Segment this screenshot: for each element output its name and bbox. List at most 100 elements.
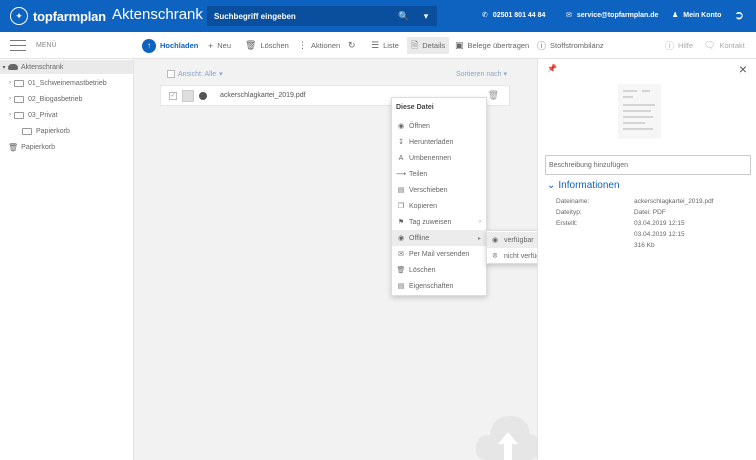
menu-item-share[interactable]: ⟶ Teilen: [392, 166, 486, 182]
menu-item-download[interactable]: ↧ Herunterladen: [392, 134, 486, 150]
brand-logo[interactable]: ✦ topfarmplan: [10, 6, 106, 26]
offline-icon: ◉: [397, 235, 405, 242]
info-row-created: Erstellt: 03.04.2019 12:15: [556, 220, 685, 227]
file-thumbnail: [182, 89, 194, 102]
tree-root[interactable]: ▾ Aktenschrank: [0, 60, 133, 74]
menu-item-mail[interactable]: ✉ Per Mail versenden: [392, 246, 486, 262]
menu-item-offline[interactable]: ◉ Offline ▸: [392, 230, 486, 246]
pin-icon[interactable]: 📌: [547, 64, 557, 73]
hamburger-icon: [10, 40, 26, 51]
menu-item-copy[interactable]: ❐ Kopieren: [392, 198, 486, 214]
cloud-icon: [8, 64, 18, 70]
details-panel: 📌 × Beschreibung hinzufügen ⌄ Informatio…: [537, 59, 756, 460]
tree-item-schweinemastbetrieb[interactable]: › 01_Schweinemastbetrieb: [6, 76, 107, 90]
list-label: Liste: [383, 41, 399, 50]
menu-item-label: Verschieben: [409, 186, 448, 194]
caret-right-icon[interactable]: ›: [6, 96, 14, 102]
tree-item-privat[interactable]: › 03_Privat: [6, 108, 58, 122]
upload-label: Hochladen: [160, 41, 199, 50]
menu-item-label: Per Mail versenden: [409, 250, 470, 258]
new-button[interactable]: + Neu: [208, 39, 231, 52]
trash-icon: 🗑: [245, 40, 257, 50]
tree-item-label: 01_Schweinemastbetrieb: [28, 79, 107, 87]
refresh-button[interactable]: ↻: [348, 39, 356, 52]
share-icon: ⟶: [396, 171, 407, 178]
delete-label: Löschen: [260, 41, 289, 50]
trash-icon: 🗑: [396, 267, 406, 274]
delete-button[interactable]: 🗑 Löschen: [245, 39, 289, 52]
help-button[interactable]: ⓘ Hilfe: [665, 39, 693, 52]
list-view-button[interactable]: ☰ Liste: [371, 39, 399, 52]
trash-icon[interactable]: 🗑: [488, 90, 499, 101]
upload-button[interactable]: ↑ Hochladen: [142, 38, 199, 53]
tree-item-label: Papierkorb: [36, 127, 70, 135]
tree-item-papierkorb[interactable]: 🗑 Papierkorb: [8, 140, 55, 154]
file-checkbox[interactable]: ✓: [169, 91, 177, 100]
caret-right-icon[interactable]: ›: [6, 112, 14, 118]
phone-link[interactable]: ✆ 02501 801 44 84: [482, 11, 546, 20]
menu-item-delete[interactable]: 🗑 Löschen: [392, 262, 486, 278]
list-icon: ☰: [371, 40, 380, 50]
file-preview[interactable]: [618, 84, 661, 139]
menu-item-open[interactable]: ◉ Öffnen: [392, 118, 486, 134]
menu-item-properties[interactable]: ▤ Eigenschaften: [392, 278, 486, 294]
phone-number: 02501 801 44 84: [492, 11, 546, 19]
properties-icon: ▤: [397, 283, 405, 290]
actions-button[interactable]: ⋮ Aktionen: [298, 39, 340, 52]
sort-label: Sortieren nach: [456, 71, 502, 78]
menu-item-rename[interactable]: A Umbenennen: [392, 150, 486, 166]
select-all-checkbox[interactable]: [167, 70, 175, 78]
info-title: Informationen: [558, 180, 620, 191]
account-link[interactable]: ♟ Mein Konto: [672, 11, 721, 20]
phone-icon: ✆: [482, 12, 488, 19]
chat-icon: 🗨: [704, 40, 716, 50]
chevron-right-icon: ›: [479, 219, 481, 225]
tree-item-biogasbetrieb[interactable]: › 02_Biogasbetrieb: [6, 92, 83, 106]
close-icon[interactable]: ×: [739, 61, 747, 77]
menu-item-tag[interactable]: ⚑ Tag zuweisen ›: [392, 214, 486, 230]
sort-dropdown[interactable]: Sortieren nach ▾: [456, 70, 507, 78]
info-section-toggle[interactable]: ⌄ Informationen: [547, 180, 620, 191]
stoffstrom-button[interactable]: ⓘ Stoffstrombilanz: [537, 39, 604, 52]
mail-icon: ✉: [566, 12, 572, 19]
tree-trash-label: Papierkorb: [21, 143, 56, 151]
search-icon[interactable]: 🔍: [393, 6, 415, 26]
caret-down-icon[interactable]: ▾: [0, 64, 8, 71]
file-name[interactable]: ackerschlagkartei_2019.pdf: [220, 92, 306, 99]
info-row-modified: 03.04.2019 12:15: [634, 231, 685, 238]
offline-available-icon: ◉: [491, 237, 499, 244]
chevron-down-icon: ▾: [219, 71, 223, 78]
search-bar[interactable]: Suchbegriff eingeben 🔍 ▾: [207, 6, 437, 26]
logout-icon[interactable]: ➲: [734, 8, 744, 22]
menu-item-label: Öffnen: [409, 122, 430, 130]
info-circle-icon: ⓘ: [537, 41, 547, 51]
info-row-filetype: Dateityp: Datei: PDF: [556, 209, 666, 216]
folder-icon: [14, 111, 24, 119]
user-icon: ♟: [672, 12, 679, 19]
context-menu-title: Diese Datei: [396, 104, 434, 111]
upload-cloud-icon[interactable]: [474, 410, 542, 460]
top-bar: ✦ topfarmplan Aktenschrank Suchbegriff e…: [0, 0, 756, 32]
plus-icon: +: [208, 40, 214, 51]
search-dropdown-icon[interactable]: ▾: [415, 6, 437, 26]
tree-item-papierkorb-folder[interactable]: Papierkorb: [14, 124, 70, 138]
caret-right-icon[interactable]: ›: [6, 80, 14, 86]
description-input[interactable]: Beschreibung hinzufügen: [545, 155, 751, 175]
brand-name: topfarmplan: [33, 8, 106, 24]
email-address: service@topfarmplan.de: [576, 11, 659, 19]
caret-right-icon: ▸: [477, 235, 481, 242]
view-filter[interactable]: Ansicht: Alle ▾: [167, 70, 223, 78]
menu-toggle[interactable]: MENÜ: [10, 40, 57, 51]
menu-label: MENÜ: [36, 42, 57, 49]
submenu-item-label: verfügbar: [504, 236, 534, 244]
transfer-button[interactable]: ▣ Belege übertragen: [455, 39, 529, 52]
info-row-filename: Dateiname: ackerschlagkartei_2019.pdf: [556, 198, 714, 205]
contact-button[interactable]: 🗨 Kontakt: [704, 39, 745, 52]
download-icon: ↧: [398, 139, 404, 146]
details-button[interactable]: 🗎 Details: [407, 37, 450, 54]
search-input[interactable]: Suchbegriff eingeben: [207, 12, 393, 21]
stoffstrom-label: Stoffstrombilanz: [550, 41, 604, 50]
email-link[interactable]: ✉ service@topfarmplan.de: [566, 11, 659, 20]
menu-item-move[interactable]: ▤ Verschieben: [392, 182, 486, 198]
menu-item-label: Löschen: [409, 266, 436, 274]
